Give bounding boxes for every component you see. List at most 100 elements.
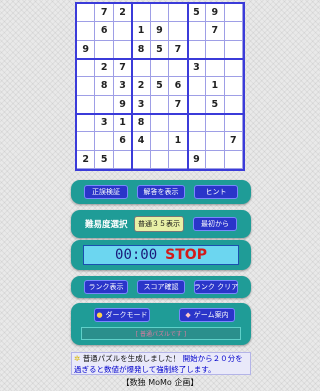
sudoku-cell[interactable] — [169, 22, 188, 41]
sudoku-cell[interactable]: 9 — [150, 22, 170, 41]
sudoku-cell[interactable]: 5 — [95, 150, 114, 169]
sudoku-cell[interactable] — [132, 150, 151, 169]
sudoku-cell[interactable] — [169, 59, 188, 78]
sudoku-cell[interactable] — [150, 150, 170, 169]
sudoku-cell[interactable]: 6 — [113, 132, 133, 151]
sudoku-cell[interactable] — [150, 4, 170, 23]
box-divider-horizontal — [77, 58, 243, 60]
restart-button[interactable]: 最初から — [193, 217, 237, 231]
sudoku-cell[interactable]: 3 — [95, 114, 114, 133]
sudoku-cell[interactable]: 5 — [206, 95, 225, 114]
sudoku-cell[interactable] — [77, 4, 96, 23]
sudoku-cell[interactable] — [224, 22, 243, 41]
sudoku-cell[interactable]: 3 — [113, 77, 133, 96]
sudoku-cell[interactable] — [77, 59, 96, 78]
sudoku-cell[interactable] — [132, 59, 151, 78]
sudoku-cell[interactable]: 7 — [169, 95, 188, 114]
sudoku-cell[interactable] — [187, 114, 207, 133]
sudoku-cell[interactable]: 6 — [95, 22, 114, 41]
sudoku-cell[interactable] — [224, 40, 243, 59]
score-button[interactable]: スコア確認 — [137, 280, 185, 294]
rank-show-button[interactable]: ランク表示 — [84, 280, 128, 294]
sudoku-cell[interactable] — [224, 77, 243, 96]
sudoku-cell[interactable] — [187, 77, 207, 96]
timer-display: 00:00 STOP — [83, 245, 239, 265]
sudoku-cell[interactable]: 5 — [150, 77, 170, 96]
sudoku-cell[interactable] — [169, 114, 188, 133]
sudoku-cell[interactable] — [95, 95, 114, 114]
sudoku-cell[interactable]: 6 — [169, 77, 188, 96]
show-answer-button[interactable]: 解答を表示 — [137, 185, 185, 199]
sudoku-cell[interactable] — [95, 40, 114, 59]
sudoku-cell[interactable] — [169, 4, 188, 23]
sudoku-cell[interactable] — [113, 22, 133, 41]
sudoku-cell[interactable]: 7 — [206, 22, 225, 41]
sudoku-cell[interactable] — [206, 132, 225, 151]
sudoku-cell[interactable] — [224, 4, 243, 23]
sudoku-cell[interactable] — [224, 59, 243, 78]
guide-icon: ◆ — [185, 311, 191, 319]
sudoku-cell[interactable] — [187, 40, 207, 59]
sudoku-cell[interactable]: 2 — [95, 59, 114, 78]
sudoku-cell[interactable]: 1 — [169, 132, 188, 151]
sudoku-cell[interactable] — [77, 95, 96, 114]
check-button[interactable]: 正誤検証 — [84, 185, 128, 199]
sudoku-cell[interactable]: 8 — [95, 77, 114, 96]
sudoku-cell[interactable] — [77, 132, 96, 151]
sudoku-cell[interactable]: 2 — [132, 77, 151, 96]
sudoku-cell[interactable] — [150, 59, 170, 78]
sudoku-cell[interactable]: 2 — [77, 150, 96, 169]
sudoku-cell[interactable] — [224, 150, 243, 169]
sudoku-cell[interactable] — [95, 132, 114, 151]
sudoku-cell[interactable] — [113, 150, 133, 169]
box-divider-horizontal — [77, 113, 243, 115]
sparkle-icon: ✲ — [74, 354, 81, 363]
sudoku-cell[interactable]: 8 — [132, 114, 151, 133]
sudoku-cell[interactable] — [77, 77, 96, 96]
hint-button[interactable]: ヒント — [194, 185, 238, 199]
sudoku-cell[interactable]: 7 — [113, 59, 133, 78]
sudoku-cell[interactable] — [77, 22, 96, 41]
sudoku-cell[interactable] — [169, 150, 188, 169]
stop-button[interactable]: STOP — [165, 247, 207, 263]
misc-panel: ● ダークモード ◆ ゲーム案内 [ 普通パズルです ] — [71, 303, 251, 345]
sudoku-cell[interactable]: 1 — [113, 114, 133, 133]
sudoku-cell[interactable]: 9 — [187, 150, 207, 169]
sudoku-cell[interactable] — [187, 132, 207, 151]
sudoku-cell[interactable]: 4 — [132, 132, 151, 151]
timer-panel: 00:00 STOP — [71, 240, 251, 270]
sudoku-cell[interactable]: 7 — [169, 40, 188, 59]
sudoku-cell[interactable]: 5 — [150, 40, 170, 59]
sudoku-cell[interactable]: 9 — [77, 40, 96, 59]
sudoku-cell[interactable] — [224, 114, 243, 133]
sudoku-cell[interactable] — [77, 114, 96, 133]
sudoku-cell[interactable]: 7 — [95, 4, 114, 23]
sudoku-cell[interactable] — [206, 40, 225, 59]
sudoku-cell[interactable] — [150, 114, 170, 133]
sudoku-cell[interactable]: 5 — [187, 4, 207, 23]
sudoku-cell[interactable] — [187, 22, 207, 41]
sudoku-cell[interactable] — [113, 40, 133, 59]
sudoku-cell[interactable]: 3 — [132, 95, 151, 114]
sudoku-cell[interactable]: 9 — [113, 95, 133, 114]
sudoku-cell[interactable] — [206, 59, 225, 78]
rank-clear-button[interactable]: ランク クリア — [194, 280, 238, 294]
sudoku-cell[interactable] — [224, 95, 243, 114]
sudoku-cell[interactable]: 1 — [132, 22, 151, 41]
difficulty-current-button[interactable]: 普通３５表示 — [134, 216, 184, 232]
timer-time: 00:00 — [115, 247, 158, 263]
sudoku-cell[interactable] — [206, 114, 225, 133]
sudoku-cell[interactable] — [132, 4, 151, 23]
sudoku-cell[interactable]: 3 — [187, 59, 207, 78]
sudoku-cell[interactable]: 8 — [132, 40, 151, 59]
sudoku-cell[interactable] — [150, 132, 170, 151]
sudoku-cell[interactable]: 7 — [224, 132, 243, 151]
sudoku-cell[interactable]: 2 — [113, 4, 133, 23]
dark-mode-button[interactable]: ● ダークモード — [94, 308, 150, 322]
sudoku-cell[interactable] — [150, 95, 170, 114]
game-guide-button[interactable]: ◆ ゲーム案内 — [179, 308, 235, 322]
sudoku-cell[interactable]: 1 — [206, 77, 225, 96]
sudoku-cell[interactable] — [187, 95, 207, 114]
sudoku-cell[interactable] — [206, 150, 225, 169]
sudoku-cell[interactable]: 9 — [206, 4, 225, 23]
